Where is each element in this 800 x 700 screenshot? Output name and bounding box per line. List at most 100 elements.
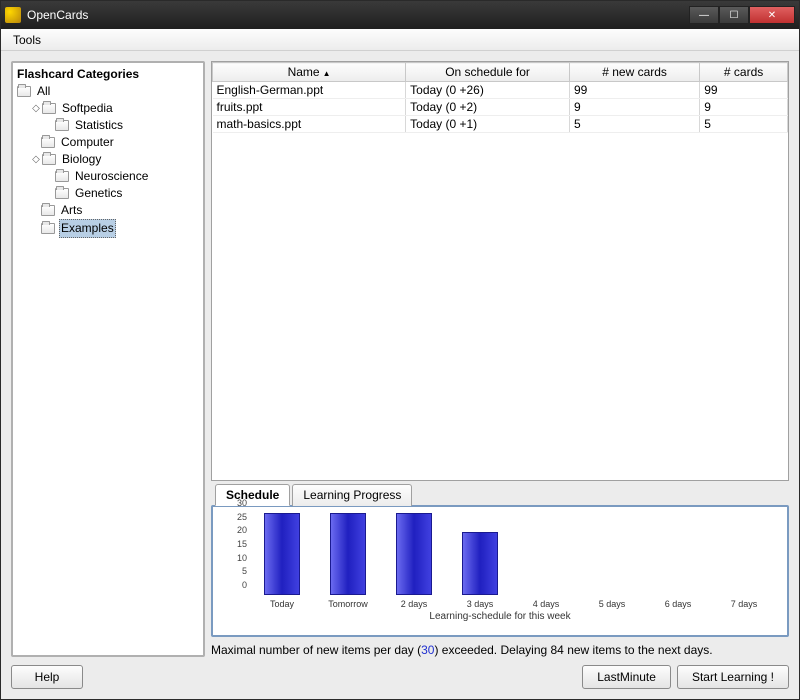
maximize-button[interactable]: ☐: [719, 6, 749, 24]
tree-label: Neuroscience: [73, 168, 150, 185]
x-tick: Tomorrow: [328, 599, 368, 609]
table: Name▲ On schedule for # new cards # card…: [212, 62, 788, 133]
start-learning-button[interactable]: Start Learning !: [677, 665, 789, 689]
chart-title: Learning-schedule for this week: [223, 611, 777, 622]
cell-cards: 9: [700, 99, 788, 116]
footer: Help LastMinute Start Learning !: [11, 657, 789, 689]
col-cards[interactable]: # cards: [700, 63, 788, 82]
folder-icon: [41, 223, 55, 234]
cell-cards: 99: [700, 82, 788, 99]
tree-node-computer[interactable]: Computer: [17, 134, 199, 151]
bar: [396, 513, 432, 595]
menubar: Tools: [1, 29, 799, 51]
bar-column: [711, 513, 777, 595]
bar-column: [315, 513, 381, 595]
y-tick: 5: [242, 566, 247, 576]
folder-icon: [42, 154, 56, 165]
x-tick: 4 days: [533, 599, 560, 609]
y-tick: 25: [237, 512, 247, 522]
tree-label: Statistics: [73, 117, 125, 134]
table-row[interactable]: fruits.ppt Today (0 +2) 9 9: [213, 99, 788, 116]
folder-icon: [55, 120, 69, 131]
bar: [462, 532, 498, 595]
y-tick: 30: [237, 498, 247, 508]
x-tick: 7 days: [731, 599, 758, 609]
x-tick: 5 days: [599, 599, 626, 609]
col-schedule[interactable]: On schedule for: [406, 63, 570, 82]
folder-icon: [55, 188, 69, 199]
minimize-button[interactable]: —: [689, 6, 719, 24]
bar-column: [381, 513, 447, 595]
tree-node-neuroscience[interactable]: Neuroscience: [17, 168, 199, 185]
tree-label: Genetics: [73, 185, 124, 202]
tree-label: Arts: [59, 202, 84, 219]
tree-node-biology[interactable]: ◇ Biology: [17, 151, 199, 168]
tabs-container: Schedule Learning Progress 051015202530T…: [211, 485, 789, 637]
tree-root[interactable]: All: [17, 83, 199, 100]
tabstrip: Schedule Learning Progress: [215, 483, 789, 505]
lastminute-button[interactable]: LastMinute: [582, 665, 671, 689]
x-tick: 2 days: [401, 599, 428, 609]
tree-label: Softpedia: [60, 100, 115, 117]
menu-tools[interactable]: Tools: [7, 31, 47, 49]
tree-toggle-icon[interactable]: ◇: [31, 100, 41, 117]
bar-column: [513, 513, 579, 595]
cell-new-cards: 99: [569, 82, 699, 99]
cell-schedule: Today (0 +26): [406, 82, 570, 99]
bar-column: [579, 513, 645, 595]
client-area: Flashcard Categories All ◇ Softpedia: [1, 51, 799, 699]
cell-cards: 5: [700, 116, 788, 133]
cell-name: math-basics.ppt: [213, 116, 406, 133]
x-tick: 6 days: [665, 599, 692, 609]
cell-new-cards: 5: [569, 116, 699, 133]
folder-icon: [41, 137, 55, 148]
category-tree[interactable]: All ◇ Softpedia Statistics: [17, 83, 199, 651]
tree-node-genetics[interactable]: Genetics: [17, 185, 199, 202]
main-row: Flashcard Categories All ◇ Softpedia: [11, 61, 789, 657]
bar-column: [645, 513, 711, 595]
tree-node-statistics[interactable]: Statistics: [17, 117, 199, 134]
folder-icon: [17, 86, 31, 97]
app-icon: [5, 7, 21, 23]
col-new-cards[interactable]: # new cards: [569, 63, 699, 82]
table-row[interactable]: math-basics.ppt Today (0 +1) 5 5: [213, 116, 788, 133]
tree-node-arts[interactable]: Arts: [17, 202, 199, 219]
cell-name: English-German.ppt: [213, 82, 406, 99]
y-tick: 10: [237, 553, 247, 563]
table-row[interactable]: English-German.ppt Today (0 +26) 99 99: [213, 82, 788, 99]
folder-icon: [55, 171, 69, 182]
schedule-panel: 051015202530TodayTomorrow2 days3 days4 d…: [211, 505, 789, 637]
deck-table: Name▲ On schedule for # new cards # card…: [211, 61, 789, 481]
tree-label: All: [35, 83, 52, 100]
window-title: OpenCards: [27, 8, 689, 22]
sort-asc-icon: ▲: [323, 69, 331, 78]
folder-icon: [41, 205, 55, 216]
cell-new-cards: 9: [569, 99, 699, 116]
main-column: Name▲ On schedule for # new cards # card…: [211, 61, 789, 657]
tree-label: Biology: [60, 151, 103, 168]
app-window: OpenCards — ☐ ✕ Tools Flashcard Categori…: [0, 0, 800, 700]
y-tick: 0: [242, 580, 247, 590]
tab-schedule[interactable]: Schedule: [215, 484, 290, 506]
tab-learning-progress[interactable]: Learning Progress: [292, 484, 412, 506]
cell-schedule: Today (0 +1): [406, 116, 570, 133]
y-tick: 15: [237, 539, 247, 549]
x-tick: 3 days: [467, 599, 494, 609]
tree-node-examples[interactable]: Examples: [17, 219, 199, 238]
cell-schedule: Today (0 +2): [406, 99, 570, 116]
col-name[interactable]: Name▲: [213, 63, 406, 82]
status-limit: 30: [421, 643, 434, 657]
close-button[interactable]: ✕: [749, 6, 795, 24]
window-controls: — ☐ ✕: [689, 6, 795, 24]
bar: [330, 513, 366, 595]
bar-column: [447, 513, 513, 595]
help-button[interactable]: Help: [11, 665, 83, 689]
bar: [264, 513, 300, 595]
schedule-chart: 051015202530TodayTomorrow2 days3 days4 d…: [213, 507, 787, 635]
x-tick: Today: [270, 599, 294, 609]
sidebar: Flashcard Categories All ◇ Softpedia: [11, 61, 205, 657]
tree-toggle-icon[interactable]: ◇: [31, 151, 41, 168]
cell-name: fruits.ppt: [213, 99, 406, 116]
titlebar[interactable]: OpenCards — ☐ ✕: [1, 1, 799, 29]
tree-node-softpedia[interactable]: ◇ Softpedia: [17, 100, 199, 117]
